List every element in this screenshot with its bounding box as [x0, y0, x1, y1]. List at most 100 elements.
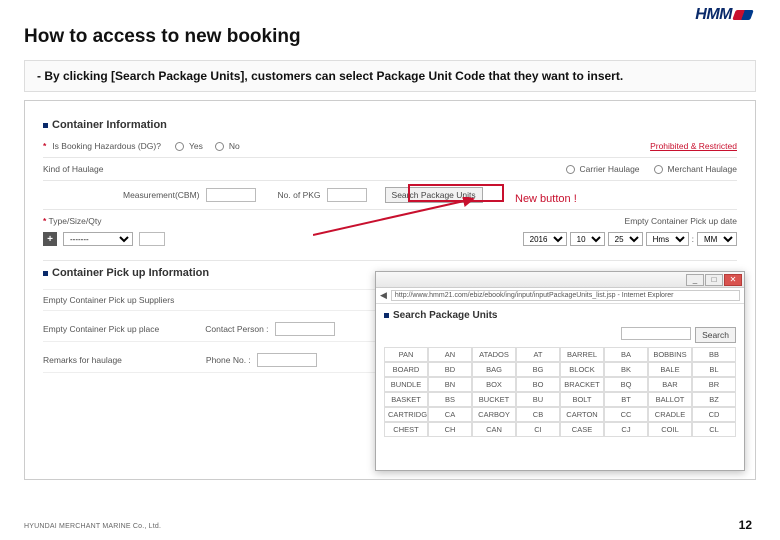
table-cell: BALLOT — [648, 392, 692, 407]
table-cell: CJ — [604, 422, 648, 437]
hazardous-yes-label: Yes — [189, 141, 203, 151]
table-row[interactable]: PANANATADOSATBARRELBABOBBINSBB — [384, 347, 736, 362]
table-cell: BOLT — [560, 392, 604, 407]
popup-maximize-button[interactable]: □ — [705, 274, 723, 286]
table-cell: BUCKET — [472, 392, 516, 407]
container-info-label: Container Information — [52, 119, 167, 131]
table-row[interactable]: CARTRIDGECACARBOYCBCARTONCCCRADLECD — [384, 407, 736, 422]
table-cell: ATADOS — [472, 347, 516, 362]
table-cell: CARTON — [560, 407, 604, 422]
bullet-icon — [384, 313, 389, 318]
container-info-heading: Container Information — [43, 119, 737, 131]
table-cell: BT — [604, 392, 648, 407]
hazardous-yes-radio[interactable] — [175, 142, 184, 151]
bullet-icon — [43, 123, 48, 128]
table-cell: BARREL — [560, 347, 604, 362]
type-size-qty-label: Type/Size/Qty — [49, 216, 102, 226]
merchant-haulage-radio[interactable] — [654, 165, 663, 174]
minute-select[interactable]: MM — [697, 232, 737, 246]
popup-back-icon[interactable]: ◀ — [380, 290, 387, 301]
table-cell: BS — [428, 392, 472, 407]
highlight-box — [408, 184, 504, 202]
bullet-icon — [43, 271, 48, 276]
table-cell: BAG — [472, 362, 516, 377]
table-cell: BB — [692, 347, 736, 362]
table-cell: CARTRIDGE — [384, 407, 428, 422]
package-units-table: PANANATADOSATBARRELBABOBBINSBBBOARDBDBAG… — [384, 347, 736, 437]
table-row[interactable]: BUNDLEBNBOXBOBRACKETBQBARBR — [384, 377, 736, 392]
hour-select[interactable]: Hms — [646, 232, 689, 246]
remarks-label: Remarks for haulage — [43, 355, 122, 365]
table-cell: CRADLE — [648, 407, 692, 422]
new-button-annotation: New button ! — [515, 193, 577, 205]
app-screenshot: Container Information * Is Booking Hazar… — [24, 100, 756, 480]
contact-person-label: Contact Person : — [205, 324, 268, 334]
table-cell: CB — [516, 407, 560, 422]
table-cell: BA — [604, 347, 648, 362]
table-cell: BAR — [648, 377, 692, 392]
footer-company: HYUNDAI MERCHANT MARINE Co., Ltd. — [24, 523, 161, 530]
hazardous-no-radio[interactable] — [215, 142, 224, 151]
table-cell: CASE — [560, 422, 604, 437]
page-title: How to access to new booking — [24, 26, 756, 48]
table-cell: CI — [516, 422, 560, 437]
instruction-text: - By clicking [Search Package Units], cu… — [24, 60, 756, 92]
table-cell: BASKET — [384, 392, 428, 407]
no-of-pkg-input[interactable] — [327, 188, 367, 202]
popup-search-button[interactable]: Search — [695, 327, 736, 343]
popup-title-label: Search Package Units — [393, 310, 498, 321]
add-row-button[interactable]: + — [43, 232, 57, 246]
table-cell: BRACKET — [560, 377, 604, 392]
page-number: 12 — [739, 518, 752, 532]
month-select[interactable]: 10 — [570, 232, 605, 246]
table-cell: CARBOY — [472, 407, 516, 422]
popup-minimize-button[interactable]: _ — [686, 274, 704, 286]
year-select[interactable]: 2016 — [523, 232, 567, 246]
table-cell: BLOCK — [560, 362, 604, 377]
no-of-pkg-label: No. of PKG — [278, 190, 321, 200]
table-cell: BL — [692, 362, 736, 377]
contact-person-input[interactable] — [275, 322, 335, 336]
popup-search-input[interactable] — [621, 327, 691, 340]
pickup-info-label: Container Pick up Information — [52, 267, 209, 279]
popup-url: http://www.hmm21.com/ebiz/ebook/ing/inpu… — [391, 290, 740, 301]
table-cell: CA — [428, 407, 472, 422]
empty-place-label: Empty Container Pick up place — [43, 324, 159, 334]
table-cell: CL — [692, 422, 736, 437]
table-cell: CH — [428, 422, 472, 437]
table-row[interactable]: BOARDBDBAGBGBLOCKBKBALEBL — [384, 362, 736, 377]
merchant-haulage-label: Merchant Haulage — [668, 164, 737, 174]
table-cell: BD — [428, 362, 472, 377]
table-cell: BUNDLE — [384, 377, 428, 392]
table-cell: BALE — [648, 362, 692, 377]
table-cell: BG — [516, 362, 560, 377]
prohibited-link[interactable]: Prohibited & Restricted — [650, 141, 737, 151]
table-cell: AN — [428, 347, 472, 362]
hazardous-no-label: No — [229, 141, 240, 151]
table-cell: BO — [516, 377, 560, 392]
type-select[interactable]: ------- — [63, 232, 133, 246]
qty-input[interactable] — [139, 232, 165, 246]
table-cell: CHEST — [384, 422, 428, 437]
table-row[interactable]: CHESTCHCANCICASECJCOILCL — [384, 422, 736, 437]
table-cell: BOBBINS — [648, 347, 692, 362]
brand-text: HMM — [695, 6, 732, 24]
table-cell: BR — [692, 377, 736, 392]
table-cell: BOX — [472, 377, 516, 392]
empty-suppliers-label: Empty Container Pick up Suppliers — [43, 295, 174, 305]
kind-haulage-label: Kind of Haulage — [43, 164, 104, 174]
measurement-label: Measurement(CBM) — [123, 190, 200, 200]
day-select[interactable]: 25 — [608, 232, 643, 246]
table-cell: CC — [604, 407, 648, 422]
popup-close-button[interactable]: ✕ — [724, 274, 742, 286]
carrier-haulage-radio[interactable] — [566, 165, 575, 174]
carrier-haulage-label: Carrier Haulage — [580, 164, 640, 174]
popup-heading: Search Package Units — [384, 310, 736, 321]
measurement-input[interactable] — [206, 188, 256, 202]
table-cell: CD — [692, 407, 736, 422]
table-row[interactable]: BASKETBSBUCKETBUBOLTBTBALLOTBZ — [384, 392, 736, 407]
popup-titlebar: _ □ ✕ — [376, 272, 744, 288]
phone-no-input[interactable] — [257, 353, 317, 367]
hazardous-label: Is Booking Hazardous (DG)? — [52, 141, 161, 151]
table-cell: BOARD — [384, 362, 428, 377]
